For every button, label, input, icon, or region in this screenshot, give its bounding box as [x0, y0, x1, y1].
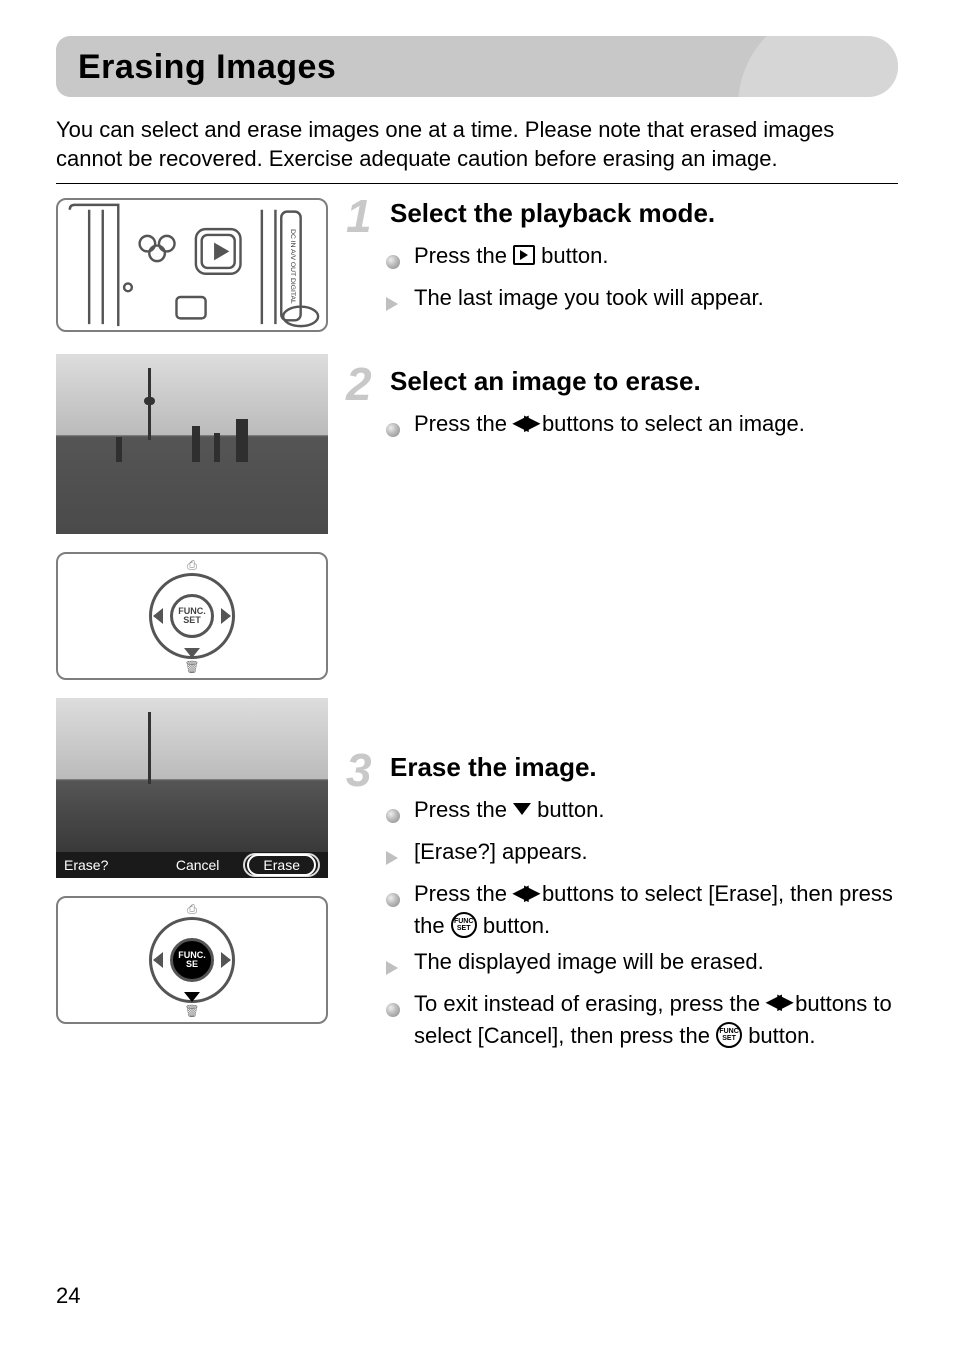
divider: [56, 183, 898, 184]
item-text: Press the: [414, 797, 513, 822]
step-number: 1: [346, 200, 386, 232]
section-title: Erasing Images: [78, 48, 876, 87]
dot-bullet-icon: [386, 1003, 400, 1017]
item-text: [Erase?] appears.: [414, 836, 898, 868]
left-arrow-icon: [153, 952, 163, 968]
item-text: To exit instead of erasing, press the: [414, 991, 766, 1016]
dot-bullet-icon: [386, 423, 400, 437]
down-icon: [513, 803, 531, 815]
func-set-label: FUNC.SE: [170, 938, 214, 982]
steps-column: 1 Select the playback mode. Press the bu…: [346, 198, 898, 1097]
section-title-bar: Erasing Images: [56, 36, 898, 97]
left-right-icon: ◀▶: [513, 879, 536, 908]
right-arrow-icon: [221, 608, 231, 624]
dot-bullet-icon: [386, 809, 400, 823]
left-right-icon: ◀▶: [766, 988, 789, 1017]
func-set-icon: FUNCSET: [451, 912, 477, 938]
item-text: Press the: [414, 411, 513, 436]
step-title: Erase the image.: [390, 752, 597, 783]
item-text: button.: [483, 913, 550, 938]
item-text: The last image you took will appear.: [414, 282, 898, 314]
figure-camera-back: DC IN A/V OUT DIGITAL: [56, 198, 328, 332]
erase-option-highlight: Erase: [243, 853, 320, 877]
page-number: 24: [56, 1283, 80, 1309]
func-set-icon: FUNCSET: [716, 1022, 742, 1048]
trash-icon: 🗑: [184, 1004, 199, 1018]
print-icon: ⎙: [187, 558, 197, 573]
playback-icon: [513, 245, 535, 265]
item-text: button.: [537, 797, 604, 822]
item-text: button.: [748, 1023, 815, 1048]
result-bullet-icon: [386, 851, 398, 865]
step-title: Select an image to erase.: [390, 366, 701, 397]
down-arrow-icon: [184, 992, 200, 1002]
trash-icon: 🗑: [184, 660, 199, 674]
figure-dial-lr: ⎙ FUNC. SET 🗑: [56, 552, 328, 680]
erase-prompt-text: Erase?: [64, 857, 108, 873]
left-arrow-icon: [153, 608, 163, 624]
item-text: Press the: [414, 243, 513, 268]
step-3: 3 Erase the image. Press the button.: [346, 752, 898, 1051]
result-bullet-icon: [386, 961, 398, 975]
step-item: Press the ◀▶ buttons to select [Erase], …: [386, 878, 898, 942]
print-icon: ⎙: [187, 902, 197, 917]
manual-page: Erasing Images You can select and erase …: [0, 0, 954, 1345]
section-intro: You can select and erase images one at a…: [56, 115, 898, 173]
step-item: To exit instead of erasing, press the ◀▶…: [386, 988, 898, 1052]
step-2: 2 Select an image to erase. Press the ◀▶…: [346, 366, 898, 446]
dot-bullet-icon: [386, 893, 400, 907]
result-bullet-icon: [386, 297, 398, 311]
item-text: button.: [541, 243, 608, 268]
cancel-option: Cancel: [176, 857, 220, 873]
item-text: buttons to select an image.: [542, 411, 805, 436]
spacer: [346, 492, 898, 752]
step-item: Press the button.: [386, 794, 898, 832]
step-1: 1 Select the playback mode. Press the bu…: [346, 198, 898, 320]
figure-dial-down: ⎙ FUNC.SE 🗑: [56, 896, 328, 1024]
step-item: Press the button.: [386, 240, 898, 278]
content-row: DC IN A/V OUT DIGITAL ⎙ FUNC. SET �: [56, 198, 898, 1097]
left-right-icon: ◀▶: [513, 409, 536, 438]
right-arrow-icon: [221, 952, 231, 968]
step-item: Press the ◀▶ buttons to select an image.: [386, 408, 898, 446]
item-text: Press the: [414, 881, 513, 906]
port-label: DC IN A/V OUT DIGITAL: [289, 229, 296, 304]
figure-column: DC IN A/V OUT DIGITAL ⎙ FUNC. SET �: [56, 198, 328, 1097]
down-arrow-icon: [184, 648, 200, 658]
step-item: The displayed image will be erased.: [386, 946, 898, 984]
figure-erase-prompt: Erase? Cancel Erase: [56, 698, 328, 878]
step-item: The last image you took will appear.: [386, 282, 898, 320]
func-set-label: FUNC. SET: [170, 594, 214, 638]
step-number: 3: [346, 754, 386, 786]
figure-playback-image: [56, 354, 328, 534]
erase-option: Erase: [247, 854, 316, 876]
item-text: The displayed image will be erased.: [414, 946, 898, 978]
dot-bullet-icon: [386, 255, 400, 269]
step-title: Select the playback mode.: [390, 198, 715, 229]
step-item: [Erase?] appears.: [386, 836, 898, 874]
step-number: 2: [346, 368, 386, 400]
